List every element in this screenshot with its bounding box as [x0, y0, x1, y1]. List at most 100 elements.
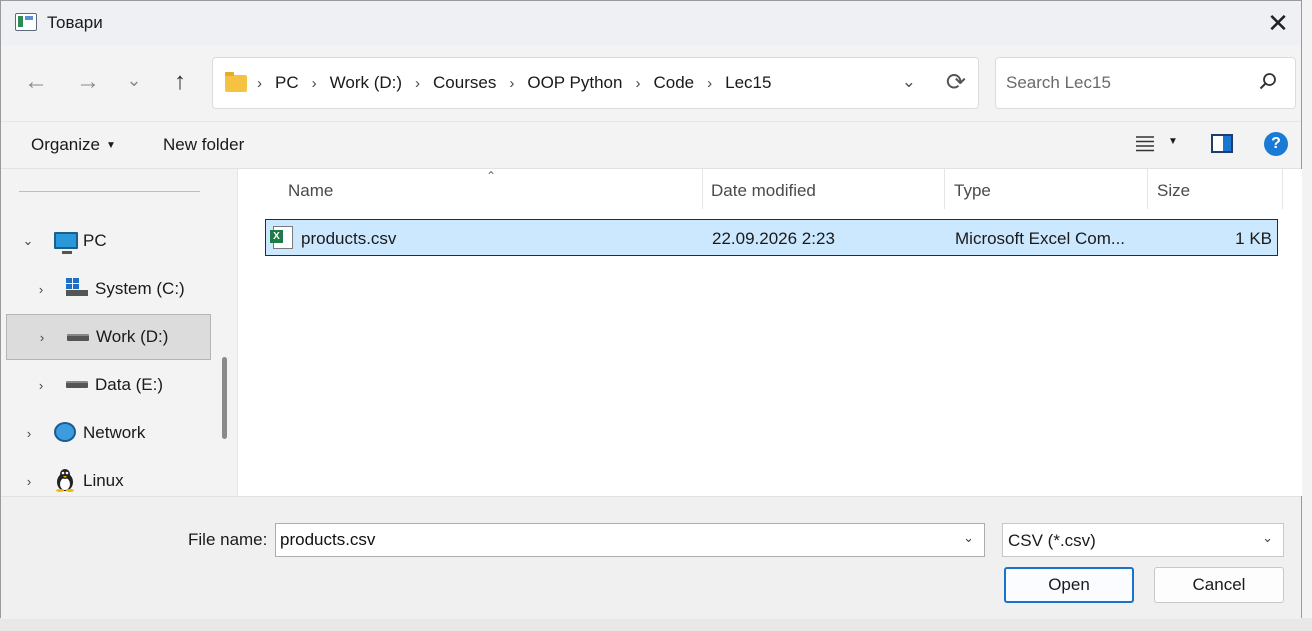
column-separator[interactable]	[702, 169, 703, 209]
file-size: 1 KB	[1235, 229, 1272, 248]
excel-csv-icon	[270, 226, 293, 249]
close-icon: ✕	[1267, 7, 1289, 38]
breadcrumb-courses[interactable]: Courses	[433, 73, 496, 93]
cancel-button[interactable]: Cancel	[1154, 567, 1284, 603]
nav-item-label: Linux	[83, 471, 124, 490]
monitor-icon	[54, 232, 78, 254]
chevron-down-icon: ⌄	[1262, 530, 1273, 545]
nav-scrollbar-thumb[interactable]	[222, 357, 227, 439]
file-type-filter-value: CSV (*.csv)	[1008, 531, 1096, 550]
dialog-footer: File name: ⌄ CSV (*.csv) ⌄ Open Cancel	[1, 496, 1301, 619]
view-options-dropdown-icon[interactable]: ▼	[1168, 136, 1178, 147]
breadcrumb: › PC › Work (D:) › Courses › OOP Python …	[257, 73, 771, 93]
column-separator[interactable]	[1147, 169, 1148, 209]
nav-item-pc[interactable]: ⌄ PC	[1, 218, 211, 264]
file-type: Microsoft Excel Com...	[955, 229, 1126, 248]
list-view-icon[interactable]	[1135, 135, 1155, 153]
file-date: 22.09.2026 2:23	[712, 229, 835, 248]
caret-down-icon: ▼	[105, 140, 116, 151]
nav-item-system-drive[interactable]: › System (C:)	[1, 266, 211, 312]
up-button[interactable]: ↑	[165, 67, 195, 97]
file-dialog: Товари ✕ ← → ⌄ ↑ › PC › Work (D:) › Cour…	[0, 0, 1302, 619]
file-name-input[interactable]	[280, 530, 950, 550]
arrow-up-icon: ↑	[174, 68, 186, 95]
open-button[interactable]: Open	[1004, 567, 1134, 603]
column-separator[interactable]	[1282, 169, 1283, 209]
nav-item-label: PC	[83, 231, 107, 250]
breadcrumb-oop-python[interactable]: OOP Python	[527, 73, 622, 93]
search-box	[995, 57, 1296, 109]
breadcrumb-code[interactable]: Code	[653, 73, 694, 93]
organize-button[interactable]: Organize ▼	[31, 135, 116, 155]
nav-item-work-drive[interactable]: › Work (D:)	[6, 314, 211, 360]
forward-button[interactable]: →	[73, 67, 103, 97]
breadcrumb-separator[interactable]: ›	[635, 75, 640, 92]
breadcrumb-separator[interactable]: ›	[415, 75, 420, 92]
nav-item-label: System (C:)	[95, 279, 185, 298]
title-bar: Товари ✕	[1, 1, 1301, 45]
arrow-right-icon: →	[76, 68, 100, 95]
column-separator[interactable]	[944, 169, 945, 209]
search-input[interactable]	[1006, 70, 1246, 96]
address-history-dropdown[interactable]: ⌄	[902, 72, 916, 92]
linux-icon	[56, 469, 74, 492]
close-button[interactable]: ✕	[1255, 1, 1301, 45]
nav-scrollbar[interactable]	[215, 169, 237, 496]
refresh-button[interactable]: ⟳	[946, 68, 966, 97]
breadcrumb-separator[interactable]: ›	[707, 75, 712, 92]
network-icon	[54, 422, 76, 442]
nav-item-network[interactable]: › Network	[1, 410, 211, 456]
column-header-name[interactable]: Name	[288, 169, 333, 213]
back-button[interactable]: ←	[21, 67, 51, 97]
breadcrumb-work-drive[interactable]: Work (D:)	[330, 73, 402, 93]
file-name-combobox: ⌄	[275, 523, 985, 557]
drive-icon	[66, 381, 88, 388]
file-type-filter[interactable]: CSV (*.csv) ⌄	[1002, 523, 1284, 557]
new-folder-button[interactable]: New folder	[163, 135, 244, 155]
arrow-left-icon: ←	[24, 68, 48, 95]
chevron-down-icon[interactable]: ⌄	[20, 233, 36, 249]
nav-item-label: Network	[83, 423, 146, 442]
nav-item-label: Data (E:)	[95, 375, 164, 394]
breadcrumb-pc[interactable]: PC	[275, 73, 299, 93]
column-header-date[interactable]: Date modified	[711, 169, 816, 213]
drive-icon	[67, 334, 89, 341]
chevron-right-icon[interactable]: ›	[33, 282, 49, 297]
navigation-pane: ⌄ PC › System (C:) › Work (D:) › Data (E…	[1, 169, 213, 496]
breadcrumb-separator[interactable]: ›	[257, 75, 262, 92]
nav-item-label: Work (D:)	[96, 327, 169, 346]
search-icon[interactable]	[1259, 72, 1277, 90]
chevron-down-icon: ⌄	[901, 72, 916, 91]
chevron-down-icon: ⌄	[126, 69, 142, 90]
folder-icon	[225, 72, 247, 92]
address-bar[interactable]: › PC › Work (D:) › Courses › OOP Python …	[212, 57, 979, 109]
nav-divider	[19, 191, 200, 192]
chevron-right-icon[interactable]: ›	[33, 378, 49, 393]
background-window: ........................................…	[0, 618, 1312, 631]
navigation-row: ← → ⌄ ↑ › PC › Work (D:) › Courses › OOP…	[1, 45, 1301, 121]
window-title: Товари	[47, 13, 103, 32]
breadcrumb-lec15[interactable]: Lec15	[725, 73, 771, 93]
organize-label: Organize	[31, 135, 100, 154]
windows-drive-icon	[66, 278, 88, 296]
column-header-type[interactable]: Type	[954, 169, 991, 213]
app-icon	[15, 13, 37, 31]
chevron-right-icon[interactable]: ›	[21, 426, 37, 441]
file-row-products-csv[interactable]: products.csv 22.09.2026 2:23 Microsoft E…	[265, 219, 1278, 256]
file-name: products.csv	[301, 229, 397, 248]
breadcrumb-separator[interactable]: ›	[312, 75, 317, 92]
column-header-size[interactable]: Size	[1157, 169, 1190, 213]
refresh-icon: ⟳	[945, 69, 966, 96]
nav-item-data-drive[interactable]: › Data (E:)	[1, 362, 211, 408]
sort-ascending-icon: ⌃	[486, 169, 497, 183]
chevron-down-icon[interactable]: ⌄	[963, 530, 974, 546]
recent-locations-button[interactable]: ⌄	[119, 65, 149, 95]
command-bar: Organize ▼ New folder ▼ ?	[1, 121, 1301, 169]
breadcrumb-separator[interactable]: ›	[509, 75, 514, 92]
chevron-right-icon[interactable]: ›	[21, 474, 37, 489]
file-list: ⌃ Name Date modified Type Size products.…	[237, 169, 1302, 496]
preview-pane-icon[interactable]	[1211, 134, 1233, 153]
nav-item-linux[interactable]: › Linux	[1, 458, 211, 496]
help-icon[interactable]: ?	[1264, 132, 1288, 156]
chevron-right-icon[interactable]: ›	[34, 330, 50, 345]
